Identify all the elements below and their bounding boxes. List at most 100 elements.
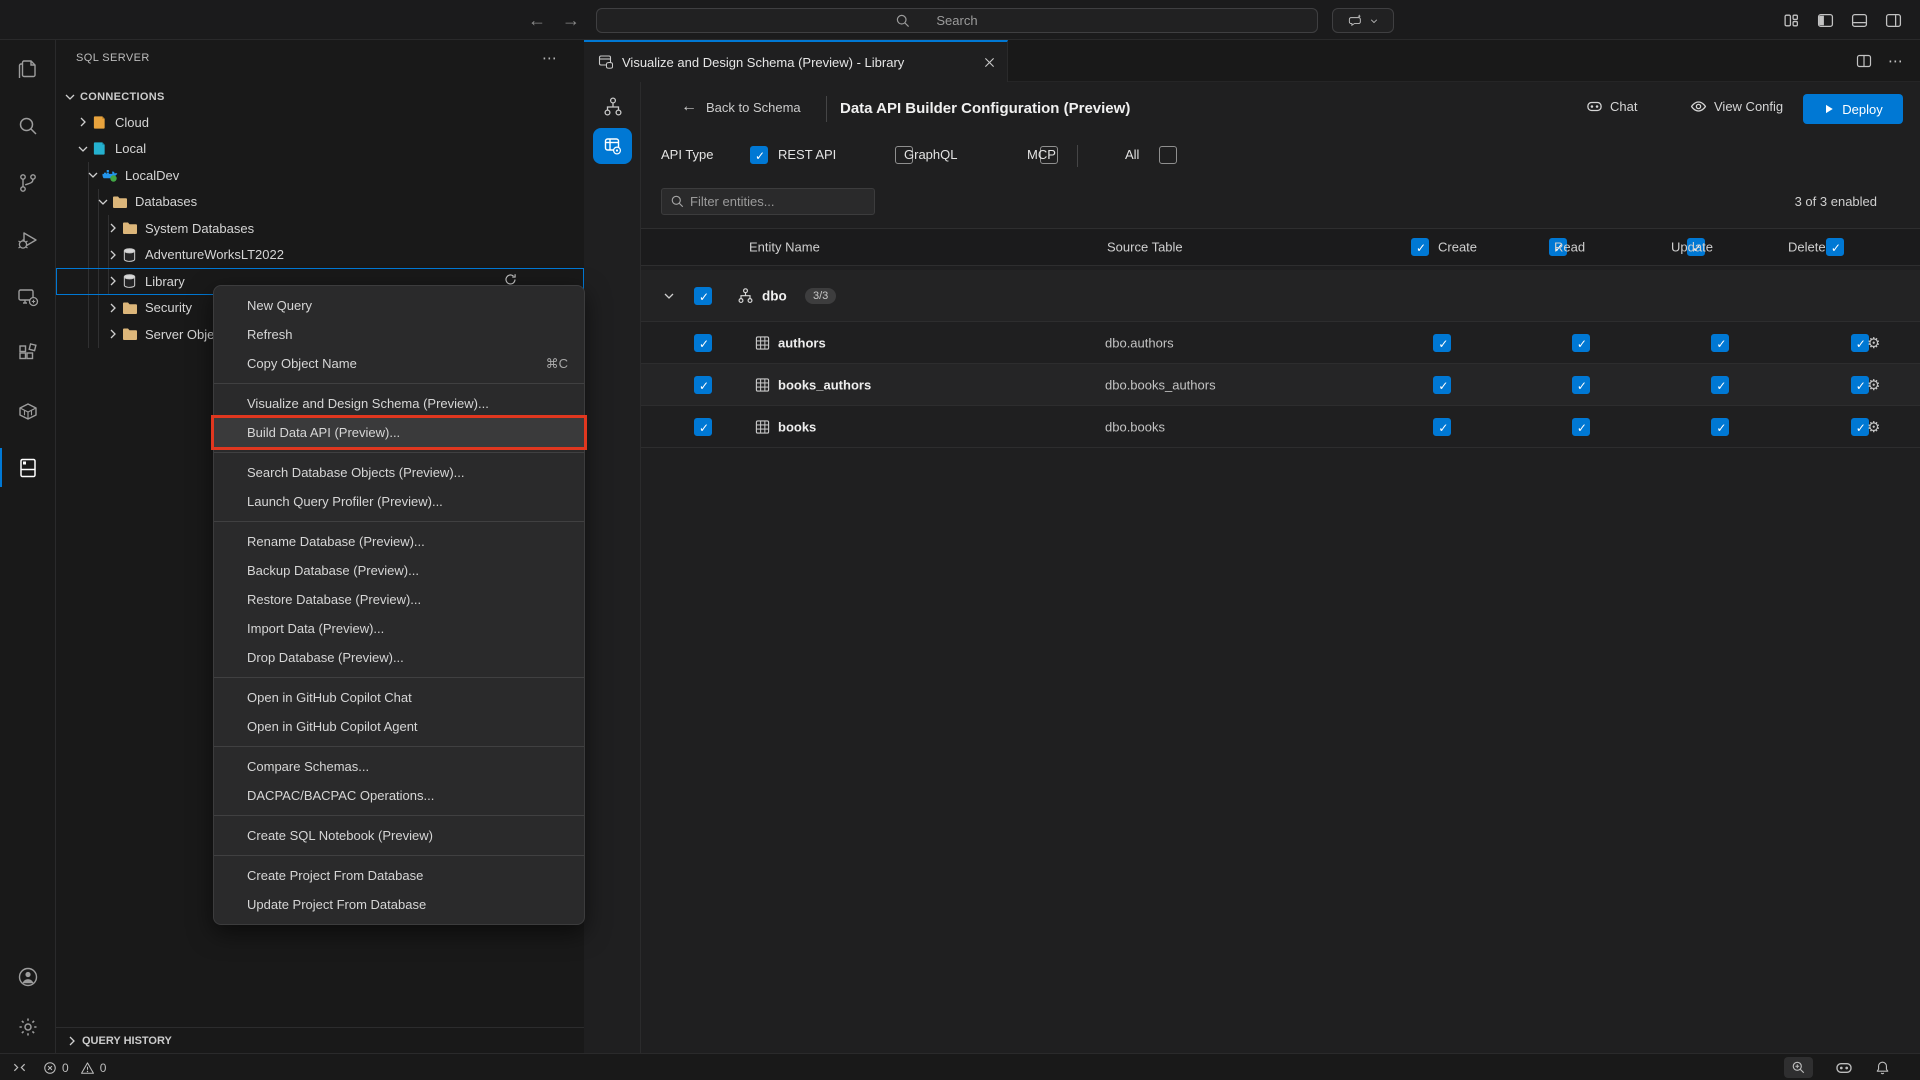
tab-visualize-design-schema[interactable]: Visualize and Design Schema (Preview) - … <box>584 40 1008 82</box>
menu-item-create-sql-notebook[interactable]: Create SQL Notebook (Preview) <box>214 821 584 850</box>
containers-icon[interactable] <box>0 382 56 439</box>
menu-item-compare-schemas[interactable]: Compare Schemas... <box>214 752 584 781</box>
shortcut-label: ⌘C <box>546 349 568 378</box>
filter-entities-box[interactable] <box>661 188 875 215</box>
tree-item-local[interactable]: Local <box>56 136 584 163</box>
command-search-box[interactable] <box>596 8 1318 33</box>
create-checkbox[interactable] <box>1433 376 1451 394</box>
menu-item-update-project-from-database[interactable]: Update Project From Database <box>214 890 584 919</box>
read-checkbox[interactable] <box>1572 418 1590 436</box>
query-history-section-header[interactable]: QUERY HISTORY <box>56 1027 584 1053</box>
menu-item-refresh[interactable]: Refresh <box>214 320 584 349</box>
menu-item-drop-database[interactable]: Drop Database (Preview)... <box>214 643 584 672</box>
menu-item-visualize-design-schema[interactable]: Visualize and Design Schema (Preview)... <box>214 389 584 418</box>
read-checkbox[interactable] <box>1572 376 1590 394</box>
toggle-secondary-sidebar-icon[interactable] <box>1885 12 1902 29</box>
tree-item-localdev[interactable]: LocalDev <box>56 162 584 189</box>
extensions-icon[interactable] <box>0 325 56 382</box>
deploy-button[interactable]: Deploy <box>1803 94 1903 124</box>
menu-item-open-copilot-chat[interactable]: Open in GitHub Copilot Chat <box>214 683 584 712</box>
editor-more-actions-icon[interactable]: ⋯ <box>1888 52 1904 70</box>
rest-api-checkbox[interactable] <box>750 146 768 164</box>
customize-layout-icon[interactable] <box>1783 12 1800 29</box>
menu-separator <box>214 815 584 816</box>
menu-item-copy-object-name[interactable]: Copy Object Name⌘C <box>214 349 584 378</box>
entity-checkbox[interactable] <box>694 376 712 394</box>
back-to-schema-link[interactable]: ← Back to Schema <box>681 98 801 116</box>
menu-item-import-data[interactable]: Import Data (Preview)... <box>214 614 584 643</box>
schema-group-row[interactable]: dbo 3/3 <box>641 270 1920 322</box>
read-header: Read <box>1554 240 1585 255</box>
tree-item-cloud[interactable]: Cloud <box>56 109 584 136</box>
create-checkbox[interactable] <box>1433 418 1451 436</box>
create-checkbox[interactable] <box>1433 334 1451 352</box>
schema-view-icon[interactable] <box>602 96 624 118</box>
sidebar-more-actions-icon[interactable]: ⋯ <box>542 49 558 67</box>
docker-container-icon <box>101 167 118 183</box>
menu-item-search-database-objects[interactable]: Search Database Objects (Preview)... <box>214 458 584 487</box>
zoom-in-icon[interactable] <box>1784 1057 1813 1078</box>
entity-row-authors[interactable]: authors dbo.authors ⚙ <box>641 322 1920 364</box>
tab-close-icon[interactable] <box>984 57 995 68</box>
read-checkbox[interactable] <box>1572 334 1590 352</box>
create-column-checkbox[interactable] <box>1411 238 1429 256</box>
copilot-menu-button[interactable] <box>1332 8 1394 33</box>
menu-item-backup-database[interactable]: Backup Database (Preview)... <box>214 556 584 585</box>
menu-separator <box>214 677 584 678</box>
entity-row-books-authors[interactable]: books_authors dbo.books_authors ⚙ <box>641 364 1920 406</box>
explorer-icon[interactable] <box>0 40 56 97</box>
update-header: Update <box>1671 240 1713 255</box>
row-settings-gear-icon[interactable]: ⚙ <box>1867 376 1880 394</box>
data-api-config-view-button[interactable] <box>593 128 632 164</box>
nav-back-icon[interactable]: ← <box>528 10 546 31</box>
all-checkbox[interactable] <box>1159 146 1177 164</box>
chevron-down-icon[interactable] <box>661 288 677 304</box>
view-config-button[interactable]: View Config <box>1690 98 1783 115</box>
remote-explorer-icon[interactable] <box>0 268 56 325</box>
source-control-icon[interactable] <box>0 154 56 211</box>
copilot-status-icon[interactable] <box>1835 1059 1853 1077</box>
menu-item-dacpac-bacpac[interactable]: DACPAC/BACPAC Operations... <box>214 781 584 810</box>
menu-item-restore-database[interactable]: Restore Database (Preview)... <box>214 585 584 614</box>
entity-checkbox[interactable] <box>694 334 712 352</box>
delete-column-checkbox[interactable] <box>1826 238 1844 256</box>
problems-indicator[interactable]: 0 0 <box>43 1061 106 1075</box>
search-view-icon[interactable] <box>0 97 56 154</box>
run-debug-icon[interactable] <box>0 211 56 268</box>
chevron-right-icon <box>105 247 121 263</box>
error-icon <box>43 1061 57 1075</box>
update-checkbox[interactable] <box>1711 376 1729 394</box>
nav-forward-icon[interactable]: → <box>562 10 580 31</box>
menu-item-new-query[interactable]: New Query <box>214 291 584 320</box>
tree-item-databases[interactable]: Databases <box>56 189 584 216</box>
remote-indicator-icon[interactable] <box>12 1060 27 1075</box>
entity-row-books[interactable]: books dbo.books ⚙ <box>641 406 1920 448</box>
tree-item-adventureworks[interactable]: AdventureWorksLT2022 <box>56 242 584 269</box>
update-checkbox[interactable] <box>1711 334 1729 352</box>
row-settings-gear-icon[interactable]: ⚙ <box>1867 418 1880 436</box>
toggle-primary-sidebar-icon[interactable] <box>1817 12 1834 29</box>
connections-section-header[interactable]: CONNECTIONS <box>56 84 584 110</box>
toggle-panel-icon[interactable] <box>1851 12 1868 29</box>
account-icon[interactable] <box>16 965 40 989</box>
chevron-down-icon <box>85 167 101 183</box>
menu-item-open-copilot-agent[interactable]: Open in GitHub Copilot Agent <box>214 712 584 741</box>
filter-entities-input[interactable] <box>690 189 868 214</box>
split-editor-icon[interactable] <box>1856 53 1872 69</box>
menu-item-create-project-from-database[interactable]: Create Project From Database <box>214 861 584 890</box>
menu-item-rename-database[interactable]: Rename Database (Preview)... <box>214 527 584 556</box>
row-settings-gear-icon[interactable]: ⚙ <box>1867 334 1880 352</box>
chat-button[interactable]: Chat <box>1586 98 1637 115</box>
menu-separator <box>214 521 584 522</box>
notifications-bell-icon[interactable] <box>1875 1060 1890 1076</box>
search-input[interactable] <box>597 9 1317 32</box>
sql-server-view-icon[interactable] <box>0 439 56 496</box>
tree-item-system-databases[interactable]: System Databases <box>56 215 584 242</box>
menu-item-launch-query-profiler[interactable]: Launch Query Profiler (Preview)... <box>214 487 584 516</box>
update-checkbox[interactable] <box>1711 418 1729 436</box>
chevron-right-icon <box>105 220 121 236</box>
menu-item-build-data-api[interactable]: Build Data API (Preview)... <box>214 418 584 447</box>
settings-gear-icon[interactable] <box>16 1015 40 1039</box>
schema-group-checkbox[interactable] <box>694 287 712 305</box>
entity-checkbox[interactable] <box>694 418 712 436</box>
